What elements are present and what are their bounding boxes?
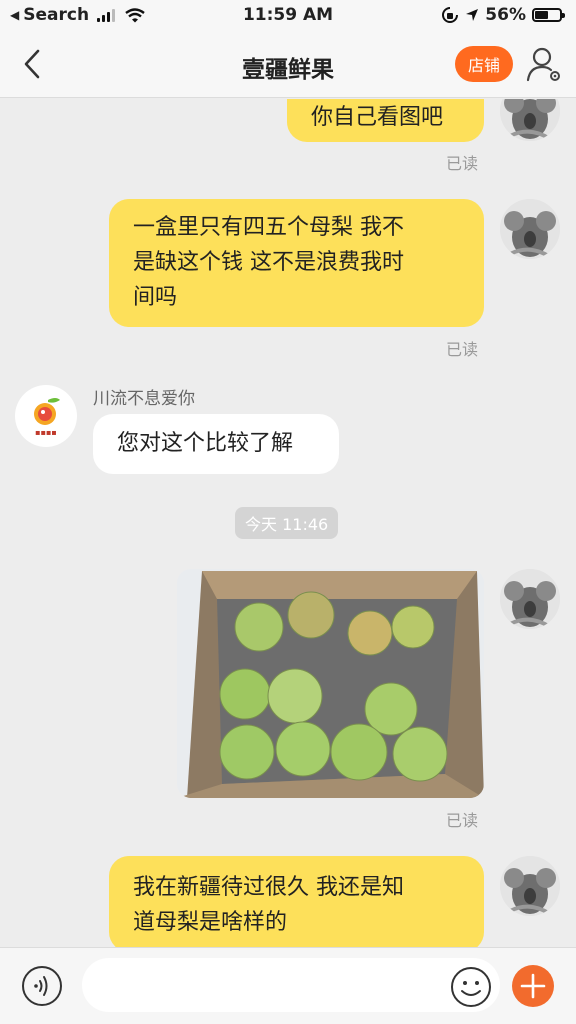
nav-bar: 壹疆鲜果 店铺 xyxy=(0,32,576,98)
read-receipt: 已读 xyxy=(446,154,479,173)
avatar[interactable] xyxy=(500,199,560,259)
message-text: 您对这个比较了解 xyxy=(117,431,294,456)
emoji-icon[interactable] xyxy=(450,966,492,1008)
location-icon xyxy=(466,9,479,21)
avatar-koala-image xyxy=(500,199,560,259)
status-bar: ◀ Search 11:59 AM 56% xyxy=(0,0,576,32)
input-bar xyxy=(0,947,576,1024)
back-chevron-icon[interactable] xyxy=(16,46,52,82)
battery-level xyxy=(535,11,549,19)
message-text-line: 我在新疆待过很久 我还是知 xyxy=(133,875,404,900)
message-text-line: 间吗 xyxy=(133,285,178,310)
battery-icon xyxy=(532,8,565,22)
avatar[interactable] xyxy=(500,99,560,141)
screen-lock-icon xyxy=(442,7,459,23)
sender-name: 川流不息爱你 xyxy=(93,389,195,409)
message-bubble-outgoing[interactable]: 我在新疆待过很久 我还是知 道母梨是啥样的 xyxy=(109,856,484,947)
message-bubble-incoming[interactable]: 您对这个比较了解 xyxy=(93,414,339,474)
message-text: 你自己看图吧 xyxy=(311,105,444,130)
status-right: 56% xyxy=(441,5,565,25)
message-text-line: 道母梨是啥样的 xyxy=(133,910,288,935)
message-photo[interactable] xyxy=(177,569,484,798)
shop-avatar[interactable]: ▪▪▪▪ xyxy=(15,385,77,447)
message-text-line: 一盒里只有四五个母梨 我不 xyxy=(133,215,404,240)
timestamp-chip: 今天 11:46 xyxy=(235,507,339,539)
shop-logo-mark: ▪▪▪▪ xyxy=(35,427,57,437)
pear-box-photo xyxy=(177,569,484,798)
avatar-koala-image xyxy=(500,569,560,629)
add-button[interactable] xyxy=(512,965,554,1007)
message-input[interactable] xyxy=(82,958,500,1012)
user-settings-icon[interactable] xyxy=(524,44,564,84)
plus-icon xyxy=(520,973,546,999)
fruit-logo-icon xyxy=(34,397,60,425)
message-text-line: 是缺这个钱 这不是浪费我时 xyxy=(133,250,404,275)
message-bubble-outgoing[interactable]: 你自己看图吧 xyxy=(287,99,484,142)
avatar-koala-image xyxy=(500,99,560,141)
avatar[interactable] xyxy=(500,856,560,916)
avatar-koala-image xyxy=(500,856,560,916)
battery-percent: 56% xyxy=(485,5,526,25)
read-receipt: 已读 xyxy=(446,811,479,830)
voice-icon[interactable] xyxy=(21,965,63,1007)
chat-area[interactable]: 你自己看图吧 已读 一盒里只有四五个母梨 我不 是缺这个钱 这不是浪费我时 间吗… xyxy=(0,99,576,947)
store-button[interactable]: 店铺 xyxy=(455,46,513,82)
read-receipt: 已读 xyxy=(446,340,479,359)
message-bubble-outgoing[interactable]: 一盒里只有四五个母梨 我不 是缺这个钱 这不是浪费我时 间吗 xyxy=(109,199,484,327)
avatar[interactable] xyxy=(500,569,560,629)
